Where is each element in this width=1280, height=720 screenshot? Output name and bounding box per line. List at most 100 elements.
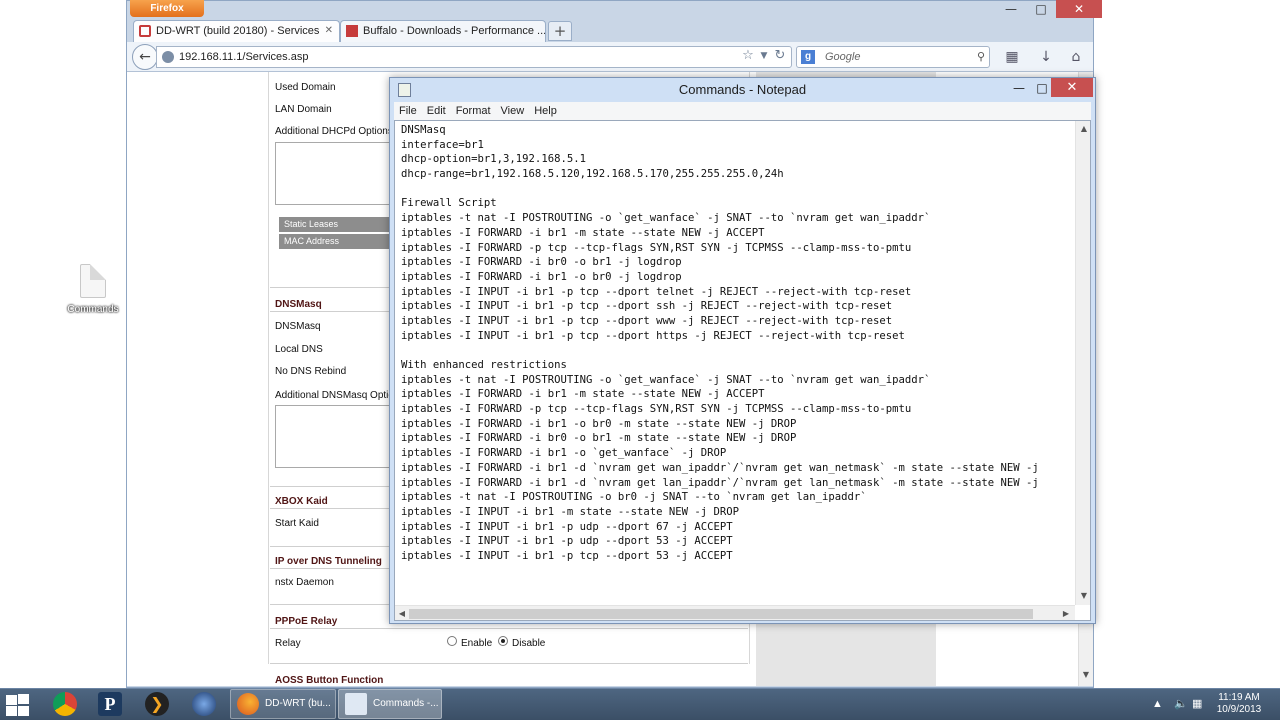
section-xbox-kaid: XBOX Kaid	[275, 496, 328, 507]
menu-view[interactable]: View	[496, 102, 530, 120]
section-pppoe-relay: PPPoE Relay	[275, 616, 338, 627]
notepad-line: iptables -I FORWARD -i br1 -o `get_wanfa…	[401, 447, 727, 460]
notepad-line: iptables -I FORWARD -i br1 -d `nvram get…	[401, 476, 1039, 489]
divider	[270, 287, 390, 288]
tab-close-icon[interactable]: ✕	[325, 21, 333, 41]
plex-taskbar-button[interactable]: ❯	[138, 690, 176, 718]
clock-date: 10/9/2013	[1216, 704, 1262, 715]
dropdown-icon[interactable]: ▼	[756, 46, 772, 66]
notepad-line	[401, 182, 1069, 197]
notepad-taskbar-icon	[345, 693, 367, 715]
download-arrow-icon[interactable]: ↓	[1034, 46, 1058, 68]
additional-dhcpd-label: Additional DHCPd Options	[275, 126, 393, 137]
local-dns-label: Local DNS	[275, 344, 323, 355]
disable-label: Disable	[512, 638, 546, 649]
notepad-line: iptables -I FORWARD -i br1 -o br0 -j log…	[401, 270, 682, 283]
clock-time: 11:19 AM	[1218, 692, 1260, 703]
divider	[270, 311, 390, 312]
notepad-line: iptables -I INPUT -i br1 -p udp --dport …	[401, 535, 733, 548]
scroll-down-icon[interactable]: ▼	[1079, 668, 1093, 682]
horizontal-scroll-thumb[interactable]	[409, 609, 1033, 619]
network-app-taskbar-button[interactable]	[185, 690, 223, 718]
notepad-line: iptables -I FORWARD -p tcp --tcp-flags S…	[401, 241, 912, 254]
notepad-line	[401, 343, 1069, 358]
menu-file[interactable]: File	[394, 102, 422, 120]
windows-logo-pane	[18, 694, 29, 704]
home-icon[interactable]: ⌂	[1064, 46, 1088, 68]
tab-buffalo[interactable]: Buffalo - Downloads - Performance ...	[340, 20, 546, 42]
taskbar-clock[interactable]: 11:19 AM 10/9/2013	[1206, 692, 1272, 716]
relay-disable-radio[interactable]	[498, 636, 508, 646]
taskbar-button-label: Commands -...	[373, 698, 439, 709]
scroll-down-icon[interactable]: ▼	[1077, 589, 1090, 603]
dnsmasq-options-textarea[interactable]	[275, 405, 393, 468]
horizontal-scrollbar[interactable]: ◀ ▶	[395, 605, 1075, 620]
windows-logo-pane	[18, 706, 29, 716]
notepad-title: Commands - Notepad	[678, 82, 807, 97]
start-kaid-label: Start Kaid	[275, 518, 319, 529]
tab-label: Buffalo - Downloads - Performance ...	[363, 25, 546, 37]
relay-enable-radio[interactable]	[447, 636, 457, 646]
tab-label: DD-WRT (build 20180) - Services	[156, 25, 320, 37]
taskbar-notepad-button[interactable]: Commands -...	[338, 689, 442, 719]
notepad-menubar: File Edit Format View Help	[394, 102, 1091, 120]
desktop-file-icon[interactable]: Commands	[66, 264, 120, 320]
notepad-line: iptables -I FORWARD -i br1 -o br0 -m sta…	[401, 417, 797, 430]
menu-edit[interactable]: Edit	[422, 102, 451, 120]
bookmark-star-icon[interactable]: ☆	[740, 46, 756, 66]
notepad-text-area[interactable]: DNSMasq interface=br1 dhcp-option=br1,3,19…	[401, 123, 1069, 601]
notepad-line: iptables -I FORWARD -p tcp --tcp-flags S…	[401, 403, 912, 416]
scroll-right-icon[interactable]: ▶	[1059, 607, 1073, 620]
plex-icon: ❯	[145, 692, 169, 716]
notepad-line: iptables -I INPUT -i br1 -p tcp --dport …	[401, 285, 912, 298]
ddwrt-favicon-icon	[139, 25, 151, 37]
new-tab-button[interactable]: +	[548, 21, 572, 41]
notepad-close-icon[interactable]: ✕	[1051, 78, 1093, 97]
chrome-taskbar-button[interactable]	[46, 690, 84, 718]
windows-logo-icon	[6, 695, 17, 705]
notepad-editor[interactable]: DNSMasq interface=br1 dhcp-option=br1,3,19…	[394, 120, 1091, 621]
tab-ddwrt[interactable]: DD-WRT (build 20180) - Services ✕	[133, 20, 340, 42]
notepad-line: iptables -I INPUT -i br1 -p tcp --dport …	[401, 549, 733, 562]
url-text: 192.168.11.1/Services.asp	[179, 51, 309, 63]
dhcpd-options-textarea[interactable]	[275, 142, 393, 205]
notepad-line: iptables -I INPUT -i br1 -p tcp --dport …	[401, 329, 905, 342]
divider	[270, 568, 390, 569]
minimize-icon[interactable]: —	[996, 0, 1026, 18]
menu-help[interactable]: Help	[529, 102, 562, 120]
reload-icon[interactable]: ↻	[772, 46, 788, 66]
network-icon[interactable]: ▦	[1192, 690, 1202, 718]
notepad-line: interface=br1	[401, 138, 484, 151]
relay-label: Relay	[275, 638, 301, 649]
search-icon[interactable]: ⚲	[977, 47, 985, 67]
vertical-scrollbar[interactable]: ▲ ▼	[1075, 121, 1090, 605]
dnsmasq-label: DNSMasq	[275, 321, 321, 332]
additional-dnsmasq-label: Additional DNSMasq Options	[275, 390, 405, 401]
maximize-icon[interactable]: □	[1026, 0, 1056, 18]
close-icon[interactable]: ✕	[1056, 0, 1102, 18]
notepad-line: iptables -t nat -I POSTROUTING -o `get_w…	[401, 373, 931, 386]
taskbar-firefox-button[interactable]: DD-WRT (bu...	[230, 689, 336, 719]
used-domain-label: Used Domain	[275, 82, 336, 93]
windows-logo-pane	[6, 706, 17, 716]
google-icon: g	[801, 50, 815, 64]
downloads-menu-icon[interactable]: ▦	[1000, 46, 1024, 68]
scroll-left-icon[interactable]: ◀	[395, 607, 409, 620]
notepad-line: DNSMasq	[401, 124, 446, 136]
notepad-line: With enhanced restrictions	[401, 359, 567, 371]
globe-app-icon	[192, 692, 216, 716]
notepad-minimize-icon[interactable]: —	[1007, 78, 1031, 98]
pandora-taskbar-button[interactable]: P	[91, 690, 129, 718]
firefox-menu-button[interactable]: Firefox	[130, 0, 204, 17]
globe-icon	[162, 51, 174, 63]
url-bar[interactable]: 192.168.11.1/Services.asp	[156, 46, 792, 68]
start-button[interactable]	[4, 693, 30, 717]
divider	[270, 546, 390, 547]
volume-icon[interactable]: 🔈	[1174, 690, 1188, 718]
notepad-line: iptables -I INPUT -i br1 -m state --stat…	[401, 505, 740, 518]
back-button[interactable]: ←	[132, 44, 158, 70]
menu-format[interactable]: Format	[451, 102, 496, 120]
tray-show-hidden-icon[interactable]: ▲	[1152, 690, 1163, 718]
scroll-up-icon[interactable]: ▲	[1077, 122, 1090, 136]
search-input[interactable]: g Google ⚲	[796, 46, 990, 68]
